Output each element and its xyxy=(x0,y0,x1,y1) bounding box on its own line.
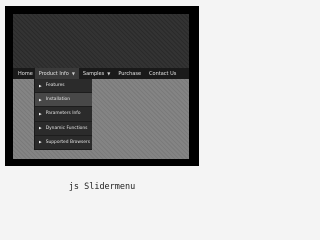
menu-item-samples[interactable]: Samples ▼ xyxy=(79,68,114,79)
submenu-item-label: Dynamic Functions xyxy=(45,125,88,131)
submenu-item-installation[interactable]: ▶ Installation xyxy=(35,93,92,108)
caption-title: js Slidermenu xyxy=(68,182,136,192)
arrow-right-icon: ▶ xyxy=(39,97,42,102)
menu-item-purchase[interactable]: Purchase xyxy=(114,68,145,79)
arrow-right-icon: ▶ xyxy=(39,83,42,88)
menu-item-product-info[interactable]: Product Info ▼ xyxy=(34,68,79,79)
menu-item-samples-label: Samples xyxy=(82,70,105,77)
menu-item-home-label: Home xyxy=(18,70,33,77)
submenu-item-label: Supported Browsers xyxy=(45,139,91,145)
submenu-item-supported-browsers[interactable]: ▶ Supported Browsers xyxy=(35,136,92,150)
menu-bar: Home Product Info ▼ Samples ▼ Purchase C… xyxy=(13,68,189,79)
submenu-item-label: Installation xyxy=(45,97,71,103)
chevron-down-icon: ▼ xyxy=(107,71,111,76)
submenu-item-label: Parameters Info xyxy=(45,111,81,117)
menu-item-contact-us-label: Contact Us xyxy=(149,70,177,77)
header-area xyxy=(13,14,189,68)
menu-item-purchase-label: Purchase xyxy=(118,70,142,77)
menu-item-product-info-label: Product Info xyxy=(38,70,69,77)
menu-item-contact-us[interactable]: Contact Us xyxy=(145,68,180,79)
submenu-item-features[interactable]: ▶ Features xyxy=(35,79,92,94)
submenu-item-dynamic-functions[interactable]: ▶ Dynamic Functions xyxy=(35,122,92,136)
submenu-item-parameters-info[interactable]: ▶ Parameters Info xyxy=(35,107,92,122)
menu-item-home[interactable]: Home xyxy=(13,68,35,79)
product-info-submenu: ▶ Features ▶ Installation ▶ Parameters I… xyxy=(34,79,92,150)
arrow-right-icon: ▶ xyxy=(39,111,42,116)
submenu-item-label: Features xyxy=(45,83,65,89)
chevron-down-icon: ▼ xyxy=(71,71,75,76)
menu-preview-frame: Home Product Info ▼ Samples ▼ Purchase C… xyxy=(5,6,199,166)
arrow-right-icon: ▶ xyxy=(39,140,42,145)
arrow-right-icon: ▶ xyxy=(39,126,42,131)
